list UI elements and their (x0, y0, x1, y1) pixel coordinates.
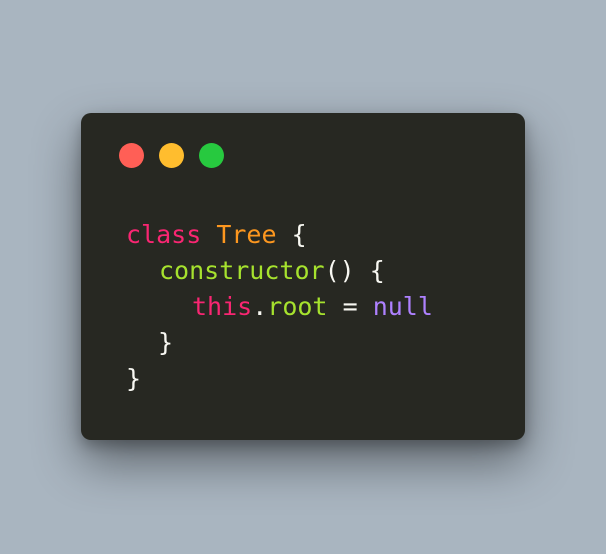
keyword-this: this (192, 292, 253, 321)
code-line-2: constructor() { (126, 253, 433, 289)
code-line-4: } (126, 325, 433, 361)
zoom-button[interactable] (199, 143, 224, 168)
code-line-1: class Tree { (126, 217, 433, 253)
method-name: constructor (159, 256, 325, 285)
window-controls (119, 143, 224, 168)
code-window: class Tree {constructor() {this.root = n… (81, 113, 525, 440)
brace-close: } (158, 328, 174, 357)
null-literal: null (372, 292, 433, 321)
code-line-5: } (126, 361, 433, 397)
keyword-class: class (126, 220, 202, 249)
brace-open: { (369, 256, 385, 285)
parens: () (324, 256, 355, 285)
brace-open: { (291, 220, 307, 249)
minimize-button[interactable] (159, 143, 184, 168)
code-line-3: this.root = null (126, 289, 433, 325)
equals-operator: = (342, 292, 358, 321)
dot-operator: . (252, 292, 268, 321)
brace-close: } (126, 364, 142, 393)
close-button[interactable] (119, 143, 144, 168)
code-block: class Tree {constructor() {this.root = n… (126, 217, 433, 397)
class-name: Tree (216, 220, 277, 249)
property-root: root (267, 292, 328, 321)
